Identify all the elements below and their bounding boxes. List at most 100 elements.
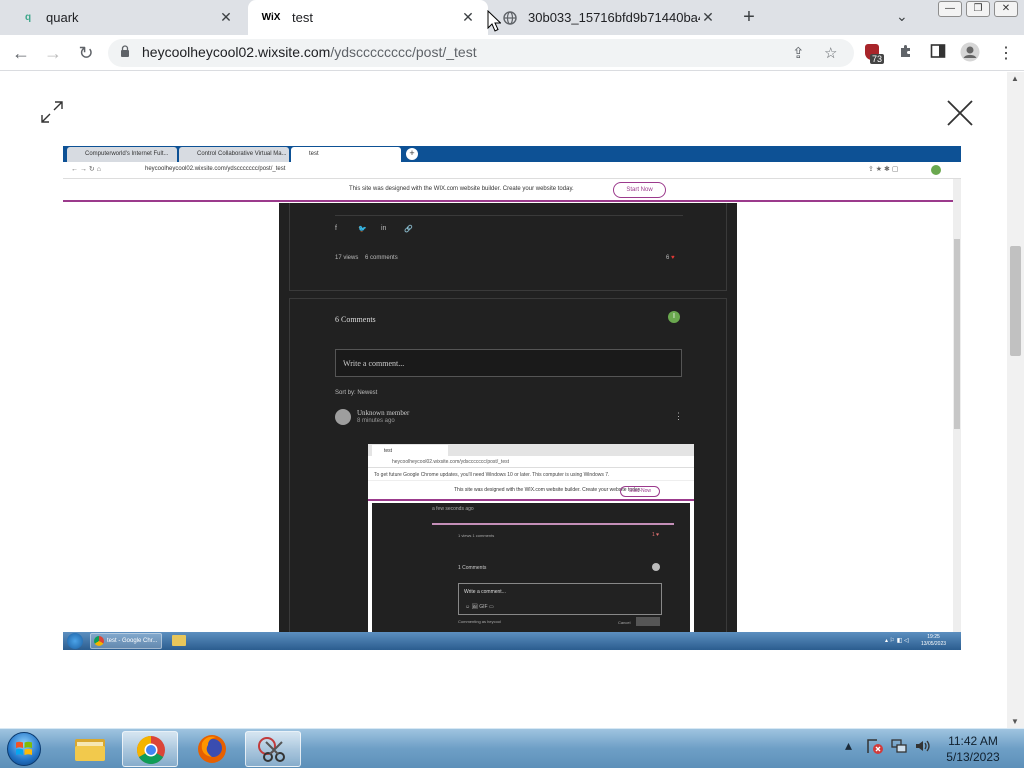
- shot-toolbar-icons: ⇪ ★ ✱ ▢: [868, 166, 899, 173]
- shot-member-time: 8 minutes ago: [357, 418, 395, 424]
- close-tab-icon[interactable]: ✕: [460, 9, 476, 26]
- extensions-puzzle-icon[interactable]: [898, 43, 914, 64]
- folder-icon: [172, 635, 186, 646]
- menu-kebab-icon[interactable]: ⋮: [998, 43, 1014, 63]
- shot-tab-strip: Computerworld's Internet Fult... Control…: [63, 146, 961, 162]
- window-controls: — ❐ ✕: [938, 1, 1018, 17]
- clock-date: 5/13/2023: [946, 750, 1000, 764]
- shot-new-tab-icon: +: [406, 148, 418, 160]
- system-clock[interactable]: 11:42 AM 5/13/2023: [936, 733, 1010, 765]
- close-window-button[interactable]: ✕: [994, 1, 1018, 17]
- page-scrollbar[interactable]: ▲ ▼: [1007, 72, 1024, 728]
- scroll-down-icon[interactable]: ▼: [1011, 717, 1019, 726]
- nested-tab: test: [372, 445, 448, 456]
- profile-avatar[interactable]: [960, 42, 980, 67]
- shot-post-stats: 17 views 6 comments: [335, 255, 398, 261]
- shot-wix-banner: This site was designed with the WIX.com …: [63, 179, 953, 202]
- start-button[interactable]: [4, 731, 44, 767]
- lock-icon: [120, 45, 130, 60]
- nested-time: a few seconds ago: [432, 506, 474, 512]
- nested-input-icons: ☺ 🖼 GIF ▭: [465, 604, 494, 610]
- twitter-icon: 🐦: [358, 226, 367, 233]
- nested-footer: Commenting as heycool: [458, 619, 501, 624]
- close-icon[interactable]: [945, 98, 975, 128]
- minimize-button[interactable]: —: [938, 1, 962, 17]
- nested-start-now: Start Now: [620, 486, 660, 497]
- firefox-icon: [198, 735, 226, 763]
- shot-likes: 6 ♥: [666, 255, 675, 261]
- shot-comments-section: 6 Comments I Write a comment... Sort by:…: [289, 298, 727, 644]
- network-icon[interactable]: [890, 737, 908, 758]
- url-host: heycoolheycool02.wixsite.com: [142, 44, 331, 60]
- address-bar[interactable]: heycoolheycool02.wixsite.com/ydscccccccc…: [108, 39, 854, 67]
- firefox-taskbar-button[interactable]: [184, 731, 240, 767]
- shot-comment-menu-icon: ⋮: [674, 411, 683, 421]
- nested-placeholder: Write a comment...: [464, 589, 506, 595]
- nested-tab-bar: test: [368, 444, 694, 456]
- restore-button[interactable]: ❐: [966, 1, 990, 17]
- shot-sort-label: Sort by: Newest: [335, 390, 378, 396]
- shot-nav-icons: ← → ↻ ⌂: [71, 166, 101, 173]
- tab-image[interactable]: 30b033_15716bfd9b71440ba4b7 ✕: [490, 0, 728, 35]
- new-tab-button[interactable]: +: [738, 6, 760, 28]
- tab-search-icon[interactable]: ⌄: [896, 8, 908, 25]
- shot-tab: Control Collaborative Virtual Ma...: [179, 147, 289, 162]
- mouse-cursor-icon: [487, 9, 502, 37]
- tab-title: test: [292, 10, 313, 25]
- back-button[interactable]: ←: [10, 42, 32, 64]
- share-icon[interactable]: ⇪: [792, 44, 805, 62]
- file-explorer-button[interactable]: [62, 731, 118, 767]
- image-lightbox: Computerworld's Internet Fult... Control…: [0, 72, 1024, 728]
- close-tab-icon[interactable]: ✕: [700, 9, 716, 26]
- tab-strip: q quark ✕ WiX test ✕ 30b033_15716bfd9b71…: [0, 0, 1024, 35]
- shot-blog-column: f 🐦 in 🔗 17 views 6 comments 6 ♥ 6 Comme…: [279, 203, 737, 644]
- wix-icon: WiX: [261, 12, 281, 23]
- shot-tab: Computerworld's Internet Fult...: [67, 147, 177, 162]
- windows-logo-icon: [16, 741, 32, 755]
- close-tab-icon[interactable]: ✕: [218, 9, 234, 26]
- nested-warning: To get future Google Chrome updates, you…: [368, 469, 694, 481]
- nested-url: heycoolheycool02.wixsite.com/ydsccccccc/…: [368, 456, 694, 468]
- shot-page: f 🐦 in 🔗 17 views 6 comments 6 ♥ 6 Comme…: [63, 203, 953, 644]
- scroll-up-icon[interactable]: ▲: [1011, 74, 1019, 83]
- expand-icon[interactable]: [38, 98, 66, 126]
- chrome-icon: [94, 636, 104, 646]
- show-hidden-icons[interactable]: ▴: [845, 737, 852, 754]
- nested-avatar: [652, 563, 660, 571]
- url-text: heycoolheycool02.wixsite.com/ydscccccccc…: [142, 44, 477, 60]
- nested-stats: 1 views 1 comments: [458, 533, 495, 538]
- shot-url: heycoolheycool02.wixsite.com/ydsccccccc/…: [145, 166, 286, 172]
- globe-icon: [502, 10, 518, 26]
- snipping-tool-button[interactable]: [245, 731, 301, 767]
- forward-button[interactable]: →: [42, 42, 64, 64]
- nested-cancel: Cancel: [618, 620, 631, 625]
- shot-post-footer: f 🐦 in 🔗 17 views 6 comments 6 ♥: [289, 203, 727, 291]
- nested-banner-text: This site was designed with the WIX.com …: [454, 487, 642, 493]
- side-panel-icon[interactable]: [930, 43, 946, 64]
- shot-toolbar: ← → ↻ ⌂ heycoolheycool02.wixsite.com/yds…: [63, 162, 961, 179]
- shot-clock: 19:25 13/05/2023: [921, 634, 947, 647]
- nested-banner: This site was designed with the WIX.com …: [368, 481, 694, 501]
- volume-icon[interactable]: [914, 737, 932, 758]
- tab-quark[interactable]: q quark ✕: [8, 0, 246, 35]
- extension-shield-icon[interactable]: 73: [862, 42, 885, 66]
- scissors-icon: [258, 737, 285, 762]
- reload-button[interactable]: ↻: [75, 42, 97, 64]
- shot-profile-avatar: [931, 165, 941, 175]
- shot-member-name: Unknown member: [357, 409, 410, 417]
- scrollbar-thumb[interactable]: [1010, 246, 1021, 356]
- clock-time: 11:42 AM: [948, 734, 998, 748]
- chrome-taskbar-button[interactable]: [122, 731, 178, 767]
- nested-divider: [432, 523, 674, 525]
- quark-icon: q: [24, 12, 32, 23]
- action-center-icon[interactable]: [866, 737, 884, 758]
- shot-taskbar: test - Google Chr... ▴ ⚐ ◧ ◁ 19:25 13/05…: [63, 632, 961, 650]
- nested-heart-icon: 1 ♥: [652, 532, 660, 538]
- bookmark-star-icon[interactable]: ☆: [824, 44, 837, 62]
- shot-task-chrome: test - Google Chr...: [90, 633, 162, 649]
- shot-start-now-button: Start Now: [613, 182, 666, 198]
- tab-test[interactable]: WiX test ✕: [248, 0, 488, 35]
- nested-dark-column: a few seconds ago 1 views 1 comments 1 ♥…: [372, 503, 690, 644]
- shot-banner-text: This site was designed with the WIX.com …: [349, 186, 574, 192]
- nested-screenshot: test heycoolheycool02.wixsite.com/ydsccc…: [368, 444, 694, 644]
